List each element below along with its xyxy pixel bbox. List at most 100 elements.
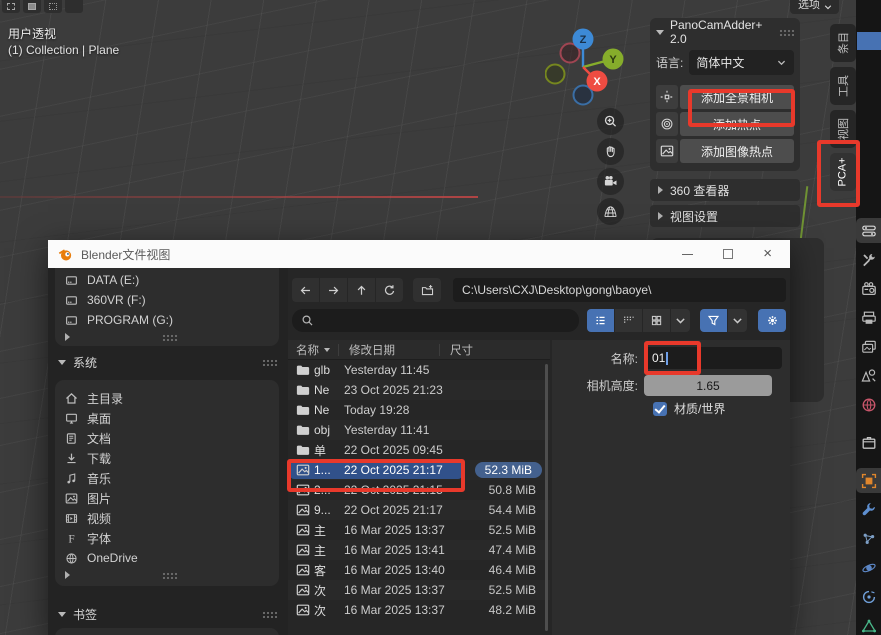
- obj[interactable]: obj Yesterday 11:41: [288, 420, 550, 440]
- path-field[interactable]: C:\Users\CXJ\Desktop\gong\baoye\: [453, 278, 786, 302]
- expand-chevron-icon: [658, 212, 663, 220]
- 主[interactable]: 主 16 Mar 2025 13:37 52.5 MiB: [288, 520, 550, 540]
- properties-tab-particles[interactable]: [856, 526, 881, 551]
- drive-icon: [65, 274, 78, 287]
- new-folder-button[interactable]: [413, 278, 441, 302]
- 次[interactable]: 次 16 Mar 2025 13:37 48.2 MiB: [288, 600, 550, 620]
- properties-tab-object[interactable]: [856, 468, 881, 493]
- 9...[interactable]: 9... 22 Oct 2025 21:17 54.4 MiB: [288, 500, 550, 520]
- 次[interactable]: 次 16 Mar 2025 13:37 52.5 MiB: [288, 580, 550, 600]
- properties-tab-tool[interactable]: [856, 247, 881, 272]
- properties-tab-render[interactable]: [856, 276, 881, 301]
- select-new-icon[interactable]: [2, 0, 20, 13]
- sidebar-tab[interactable]: 工具: [830, 67, 856, 105]
- panel-header[interactable]: PanoCamAdder+ 2.0: [656, 22, 794, 42]
- system-item[interactable]: 文档: [55, 428, 279, 448]
- properties-tab-collection[interactable]: [856, 430, 881, 455]
- properties-tab-world[interactable]: [856, 392, 881, 417]
- column-date[interactable]: 修改日期: [349, 342, 395, 358]
- forward-button[interactable]: [320, 278, 347, 302]
- view-list-vertical-button[interactable]: [587, 309, 614, 332]
- filter-options-dropdown[interactable]: [728, 309, 747, 332]
- refresh-button[interactable]: [376, 278, 403, 302]
- select-intersect-icon[interactable]: [65, 0, 83, 13]
- system-item-icon: [65, 512, 78, 525]
- sidebar-tab[interactable]: 条目: [830, 24, 856, 62]
- settings-button[interactable]: [758, 309, 786, 332]
- expand-chevron-icon: [658, 186, 663, 194]
- camera-height-label: 相机高度:: [552, 377, 644, 394]
- collapsed-section-header[interactable]: 360 查看器: [650, 179, 800, 201]
- search-input[interactable]: [292, 309, 579, 332]
- volume-item[interactable]: PROGRAM (G:): [55, 310, 279, 330]
- gizmo-negy-handle: [546, 65, 565, 84]
- system-item[interactable]: 下载: [55, 448, 279, 468]
- camera-view-button[interactable]: [597, 168, 624, 195]
- properties-tab-object-data[interactable]: [856, 613, 881, 635]
- column-name[interactable]: 名称: [296, 342, 319, 358]
- back-button[interactable]: [292, 278, 319, 302]
- volume-item[interactable]: 360VR (F:): [55, 290, 279, 310]
- annotation-box-name-input: [644, 341, 701, 375]
- properties-tab-output[interactable]: [856, 305, 881, 330]
- system-item[interactable]: 字体: [55, 528, 279, 548]
- grip-icon: [162, 334, 178, 341]
- add-image-hotspot-button: 添加图像热点: [656, 139, 794, 163]
- options-dropdown[interactable]: 选项: [790, 0, 839, 14]
- window-titlebar[interactable]: Blender文件视图 ×: [48, 240, 790, 268]
- display-options-dropdown[interactable]: [671, 309, 690, 332]
- view-rotation-gizmo[interactable]: Z Y X: [545, 25, 635, 113]
- expand-icon[interactable]: [65, 571, 70, 579]
- bookmarks-section-header[interactable]: 书签: [58, 604, 278, 624]
- material-world-checkbox[interactable]: [653, 402, 667, 416]
- glb[interactable]: glb Yesterday 11:45: [288, 360, 550, 380]
- properties-tab-view-layer[interactable]: [856, 334, 881, 359]
- zoom-tool-button[interactable]: [597, 108, 624, 135]
- camera-height-field[interactable]: 1.65: [644, 375, 772, 396]
- view-thumbnails-button[interactable]: [643, 309, 670, 332]
- 主[interactable]: 主 16 Mar 2025 13:41 47.4 MiB: [288, 540, 550, 560]
- projection-toggle-button[interactable]: [597, 198, 624, 225]
- back-arrow-icon: [299, 284, 312, 297]
- system-item[interactable]: 桌面: [55, 408, 279, 428]
- collapse-chevron-icon: [58, 612, 66, 617]
- system-item-icon: [65, 432, 78, 445]
- system-item[interactable]: 主目录: [55, 388, 279, 408]
- system-item[interactable]: 图片: [55, 488, 279, 508]
- system-item[interactable]: 视频: [55, 508, 279, 528]
- drag-grip-icon[interactable]: [779, 29, 794, 36]
- system-item[interactable]: 音乐: [55, 468, 279, 488]
- close-button[interactable]: ×: [763, 249, 772, 259]
- properties-tab-scene[interactable]: [856, 363, 881, 388]
- Ne[interactable]: Ne Today 19:28: [288, 400, 550, 420]
- 单[interactable]: 单 22 Oct 2025 09:45: [288, 440, 550, 460]
- expand-icon[interactable]: [65, 333, 70, 341]
- maximize-button[interactable]: [723, 249, 733, 259]
- parent-dir-button[interactable]: [348, 278, 375, 302]
- select-extend-icon[interactable]: [23, 0, 41, 13]
- minimize-button[interactable]: [682, 254, 693, 255]
- system-panel: 主目录 桌面 文档 下载: [55, 380, 279, 586]
- properties-tab-modifiers[interactable]: [856, 497, 881, 522]
- language-select[interactable]: 简体中文: [689, 50, 794, 75]
- properties-tab-constraints[interactable]: [856, 584, 881, 609]
- pan-tool-button[interactable]: [597, 138, 624, 165]
- file-type-icon: [296, 603, 310, 617]
- system-section-header[interactable]: 系统: [58, 352, 278, 372]
- volume-item[interactable]: DATA (E:): [55, 270, 279, 290]
- collapsed-section-header[interactable]: 视图设置: [650, 205, 800, 227]
- column-size[interactable]: 尺寸: [450, 342, 473, 358]
- select-subtract-icon[interactable]: [44, 0, 62, 13]
- Ne[interactable]: Ne 23 Oct 2025 21:23: [288, 380, 550, 400]
- 客[interactable]: 客 16 Mar 2025 13:40 46.4 MiB: [288, 560, 550, 580]
- view-list-horizontal-button[interactable]: [615, 309, 642, 332]
- panel-action-button[interactable]: 添加图像热点: [680, 139, 794, 163]
- file-list-scrollbar[interactable]: [545, 364, 548, 631]
- svg-text:Y: Y: [609, 54, 617, 66]
- properties-tab-physics[interactable]: [856, 555, 881, 580]
- filter-button[interactable]: [700, 309, 727, 332]
- search-icon: [301, 314, 314, 327]
- system-item[interactable]: OneDrive: [55, 548, 279, 568]
- button-icon: [656, 112, 678, 136]
- properties-tab-tool-settings[interactable]: [856, 218, 881, 243]
